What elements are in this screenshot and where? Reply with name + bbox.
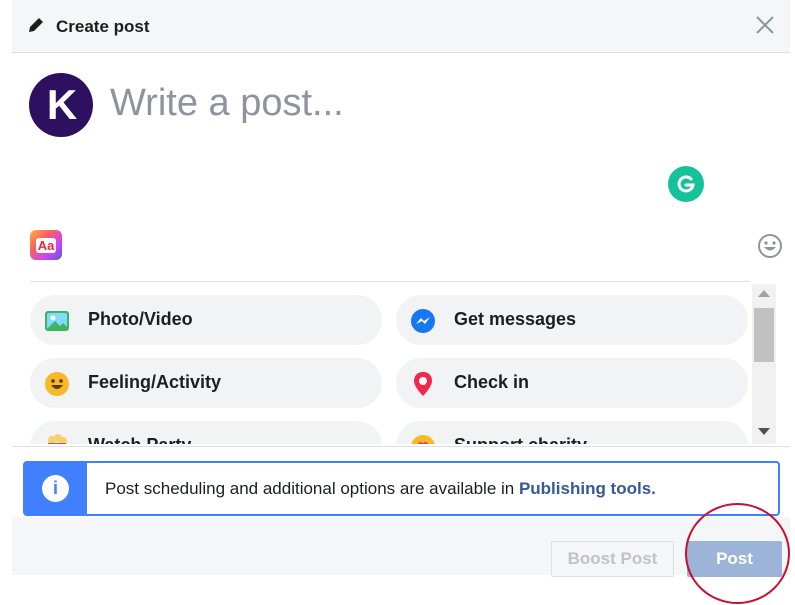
get-messages-button[interactable]: Get messages: [396, 295, 748, 345]
post-button[interactable]: Post: [687, 541, 782, 577]
info-icon: i: [42, 475, 69, 502]
check-in-label: Check in: [454, 372, 530, 392]
scroll-down-arrow-icon[interactable]: [758, 428, 770, 435]
messenger-icon: [411, 309, 435, 333]
info-block: i: [25, 463, 87, 514]
notice-text: Post scheduling and additional options a…: [105, 479, 656, 499]
photo-video-icon: [45, 311, 69, 331]
scrollbar-thumb[interactable]: [754, 308, 774, 362]
support-charity-button[interactable]: Support charity: [396, 421, 748, 444]
scrollbar[interactable]: [752, 284, 776, 444]
heart-icon: [411, 435, 435, 444]
text-background-icon[interactable]: Aa: [30, 230, 62, 260]
photo-video-label: Photo/Video: [88, 309, 193, 329]
feeling-activity-label: Feeling/Activity: [88, 372, 222, 392]
feeling-emoji-icon: [45, 372, 69, 396]
divider: [30, 281, 750, 282]
watch-party-button[interactable]: Watch Party: [30, 421, 382, 444]
dialog-title: Create post: [56, 17, 150, 36]
divider: [12, 446, 790, 447]
avatar-letter: K: [46, 81, 77, 128]
watch-party-label: Watch Party: [88, 435, 191, 444]
close-icon[interactable]: [754, 14, 776, 36]
grammarly-icon[interactable]: [668, 166, 704, 202]
notice-message: Post scheduling and additional options a…: [105, 479, 519, 498]
get-messages-label: Get messages: [454, 309, 577, 329]
feeling-activity-button[interactable]: Feeling/Activity: [30, 358, 382, 408]
check-in-button[interactable]: Check in: [396, 358, 748, 408]
location-pin-icon: [414, 372, 432, 396]
post-composer-input[interactable]: Write a post...: [110, 82, 344, 125]
support-charity-label: Support charity: [454, 435, 587, 444]
avatar[interactable]: K: [29, 73, 93, 137]
photo-video-button[interactable]: Photo/Video: [30, 295, 382, 345]
pencil-icon: [29, 18, 43, 32]
dialog-header: Create post: [12, 0, 790, 53]
boost-post-button[interactable]: Boost Post: [551, 541, 674, 577]
publishing-tools-link[interactable]: Publishing tools.: [519, 479, 656, 498]
smiley-icon[interactable]: [757, 233, 783, 259]
scroll-up-arrow-icon[interactable]: [758, 290, 770, 297]
text-style-label: Aa: [35, 237, 57, 253]
publishing-tools-notice: i Post scheduling and additional options…: [23, 461, 780, 516]
popcorn-icon: [48, 434, 67, 444]
post-options-list: Photo/Video Get messages Feeling/Activit…: [30, 284, 752, 444]
